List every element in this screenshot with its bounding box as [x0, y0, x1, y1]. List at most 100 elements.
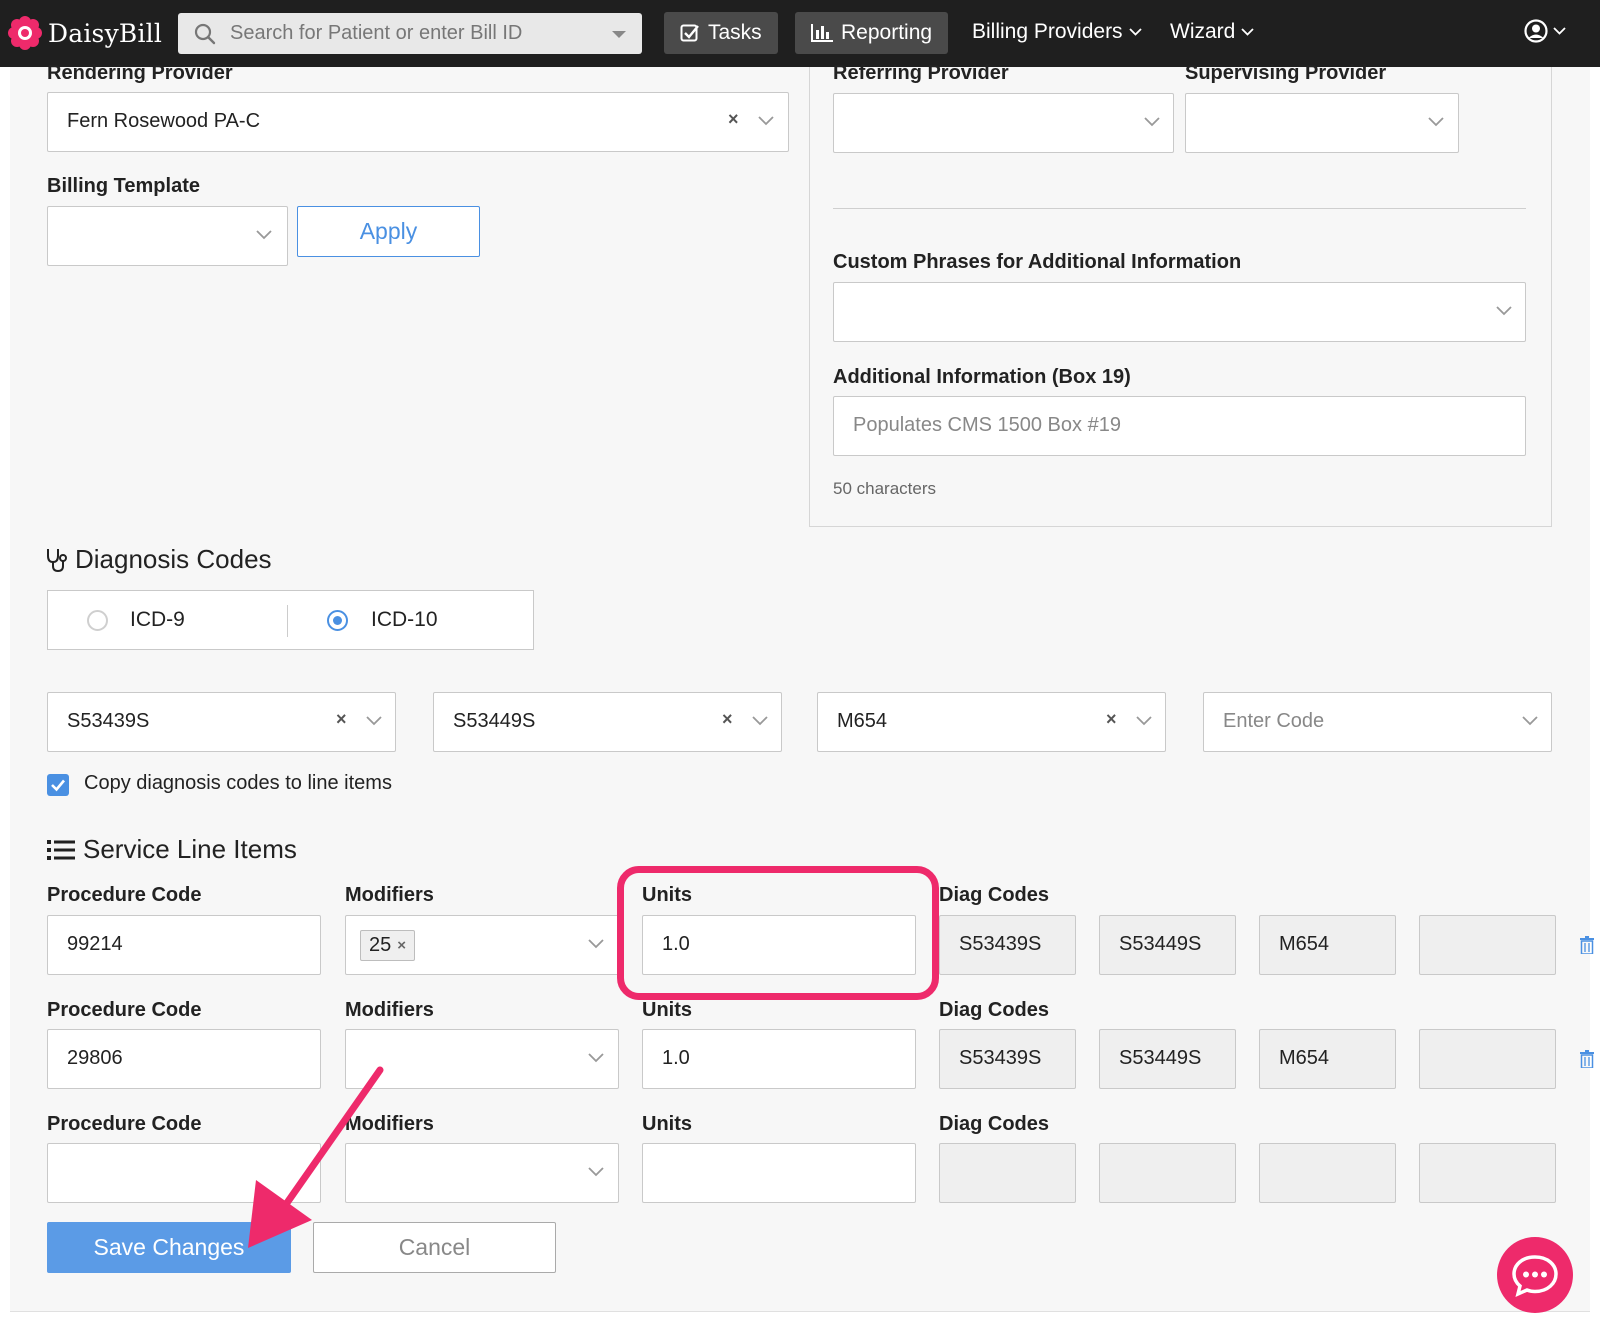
chevron-down-icon — [758, 116, 774, 126]
custom-phrases-label: Custom Phrases for Additional Informatio… — [833, 251, 1242, 273]
top-navbar: DaisyBill Search for Patient or enter Bi… — [0, 0, 1600, 67]
diagnosis-codes-heading: Diagnosis Codes — [45, 544, 272, 575]
diag-codes-label: Diag Codes — [939, 1113, 1050, 1135]
billing-providers-menu[interactable]: Billing Providers — [972, 20, 1142, 44]
modifier-tag: 25 × — [360, 930, 416, 961]
modifiers-select[interactable] — [345, 1143, 619, 1203]
icd10-radio[interactable] — [327, 610, 348, 631]
referring-provider-select[interactable] — [833, 93, 1174, 153]
remove-tag-icon[interactable]: × — [397, 937, 406, 954]
save-changes-button[interactable]: Save Changes — [47, 1222, 291, 1273]
referring-provider-label: Referring Provider — [833, 62, 1009, 84]
procedure-code-label: Procedure Code — [47, 884, 202, 906]
billing-template-select[interactable] — [47, 206, 288, 266]
diag-code-pointer: S53449S — [1099, 1029, 1236, 1089]
apply-template-button[interactable]: Apply — [297, 206, 480, 257]
checkbox-square-icon — [680, 24, 699, 42]
clear-icon[interactable]: × — [336, 709, 347, 730]
diag-code-pointer-value: M654 — [1279, 933, 1330, 955]
cancel-button[interactable]: Cancel — [313, 1222, 556, 1273]
copy-codes-checkbox[interactable] — [47, 774, 69, 796]
diag-code-pointer — [939, 1143, 1076, 1203]
checkmark-icon — [51, 779, 65, 792]
procedure-code-label: Procedure Code — [47, 999, 202, 1021]
chat-support-button[interactable] — [1497, 1237, 1573, 1313]
diag-code-pointer — [1419, 915, 1556, 975]
rendering-provider-value: Fern Rosewood PA-C — [67, 110, 261, 132]
diag-codes-label: Diag Codes — [939, 999, 1050, 1021]
chevron-down-icon — [1136, 716, 1152, 726]
units-input[interactable]: 1.0 — [642, 915, 916, 975]
diag-code-pointer: S53439S — [939, 915, 1076, 975]
copy-codes-label[interactable]: Copy diagnosis codes to line items — [84, 772, 392, 795]
chevron-down-icon — [588, 939, 604, 949]
daisy-logo-icon — [8, 16, 42, 50]
procedure-code-input[interactable]: 29806 — [47, 1029, 321, 1089]
trash-icon[interactable] — [1580, 936, 1594, 954]
character-limit-hint: 50 characters — [833, 479, 936, 498]
trash-icon[interactable] — [1580, 1050, 1594, 1068]
chevron-down-icon — [588, 1053, 604, 1063]
icd10-label[interactable]: ICD-10 — [371, 608, 438, 632]
chevron-down-icon — [1428, 117, 1444, 127]
billing-template-label: Billing Template — [47, 175, 200, 197]
modifiers-label: Modifiers — [345, 999, 434, 1021]
tasks-label: Tasks — [708, 21, 762, 44]
supervising-provider-select[interactable] — [1185, 93, 1459, 153]
reporting-button[interactable]: Reporting — [795, 12, 949, 54]
diagnosis-code-select[interactable]: S53449S × — [433, 692, 782, 752]
units-label: Units — [642, 999, 692, 1021]
diag-code-pointer-value: S53449S — [1119, 933, 1202, 955]
diag-code-pointer-value: S53439S — [959, 1047, 1042, 1069]
units-input[interactable]: 1.0 — [642, 1029, 916, 1089]
billing-providers-label: Billing Providers — [972, 20, 1123, 43]
modifiers-label: Modifiers — [345, 1113, 434, 1135]
diagnosis-code-value: S53449S — [453, 710, 536, 732]
icd9-label[interactable]: ICD-9 — [130, 608, 185, 632]
chat-icon — [1512, 1255, 1558, 1298]
procedure-code-input[interactable] — [47, 1143, 321, 1203]
custom-phrases-select[interactable] — [833, 282, 1526, 342]
procedure-code-input[interactable]: 99214 — [47, 915, 321, 975]
modifiers-select[interactable]: 25 × — [345, 915, 619, 975]
chevron-down-icon — [1496, 306, 1512, 316]
diagnosis-codes-title: Diagnosis Codes — [75, 544, 272, 574]
icd-version-toggle: ICD-9 ICD-10 — [47, 590, 534, 650]
additional-info-input[interactable]: Populates CMS 1500 Box #19 — [833, 396, 1526, 456]
wizard-menu[interactable]: Wizard — [1170, 20, 1254, 44]
chevron-down-icon — [1128, 28, 1142, 36]
diag-code-pointer — [1419, 1029, 1556, 1089]
rendering-provider-select[interactable]: Fern Rosewood PA-C × — [47, 92, 789, 152]
modifier-tag-label: 25 — [369, 934, 392, 956]
units-value: 1.0 — [662, 1047, 690, 1069]
additional-info-placeholder: Populates CMS 1500 Box #19 — [853, 414, 1121, 436]
diag-code-pointer — [1099, 1143, 1236, 1203]
supervising-provider-label: Supervising Provider — [1185, 62, 1387, 84]
radio-divider — [287, 605, 288, 637]
modifiers-select[interactable] — [345, 1029, 619, 1089]
chevron-down-icon — [1241, 28, 1254, 36]
brand-logo[interactable]: DaisyBill — [8, 16, 162, 50]
units-input[interactable] — [642, 1143, 916, 1203]
rendering-provider-label: Rendering Provider — [47, 62, 233, 84]
user-account-menu[interactable] — [1524, 19, 1566, 43]
icd9-radio[interactable] — [87, 610, 108, 631]
diagnosis-code-value: S53439S — [67, 710, 150, 732]
diag-codes-label: Diag Codes — [939, 884, 1050, 906]
search-caret-icon — [612, 31, 626, 38]
service-line-items-title: Service Line Items — [83, 834, 297, 864]
additional-info-label: Additional Information (Box 19) — [833, 366, 1131, 388]
clear-icon[interactable]: × — [722, 709, 733, 730]
units-value: 1.0 — [662, 933, 690, 955]
clear-icon[interactable]: × — [728, 109, 739, 130]
diagnosis-code-select[interactable]: S53439S × — [47, 692, 396, 752]
tasks-button[interactable]: Tasks — [664, 12, 778, 54]
diagnosis-code-select[interactable]: M654 × — [817, 692, 1166, 752]
diagnosis-code-value: M654 — [837, 710, 888, 732]
divider — [833, 208, 1526, 209]
clear-icon[interactable]: × — [1106, 709, 1117, 730]
units-label: Units — [642, 1113, 692, 1135]
enter-code-select[interactable]: Enter Code — [1203, 692, 1552, 752]
patient-search-input[interactable]: Search for Patient or enter Bill ID — [178, 13, 642, 54]
chevron-down-icon — [1553, 27, 1566, 35]
